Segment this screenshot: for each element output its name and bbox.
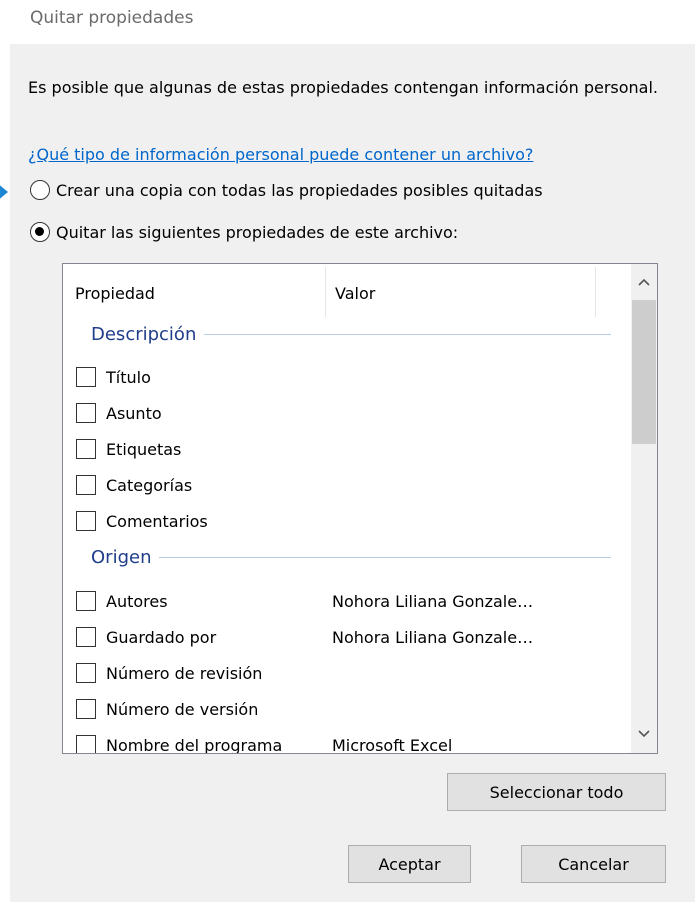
group-label: Origen — [91, 547, 152, 568]
property-name: Número de revisión — [106, 663, 263, 683]
radio-create-copy[interactable]: Crear una copia con todas las propiedade… — [30, 180, 543, 200]
group-label: Descripción — [91, 324, 197, 345]
list-item[interactable]: Guardado por Nohora Liliana Gonzale… — [76, 619, 631, 655]
property-name: Comentarios — [106, 511, 208, 531]
scrollbar-thumb[interactable] — [632, 300, 656, 444]
checkbox[interactable] — [76, 627, 96, 647]
list-item[interactable]: Autores Nohora Liliana Gonzale… — [76, 583, 631, 619]
list-item[interactable]: Asunto — [76, 395, 631, 431]
ok-button[interactable]: Aceptar — [348, 845, 471, 883]
scroll-up-icon[interactable] — [631, 270, 657, 294]
checkbox[interactable] — [76, 591, 96, 611]
column-header-value[interactable]: Valor — [335, 284, 375, 303]
property-value: Microsoft Excel — [332, 735, 453, 754]
property-value: Nohora Liliana Gonzale… — [332, 627, 534, 647]
list-item[interactable]: Etiquetas — [76, 431, 631, 467]
group-header-description: Descripción — [91, 324, 611, 345]
properties-list[interactable]: Propiedad Valor Descripción Título Asunt… — [62, 263, 658, 754]
list-item[interactable]: Categorías — [76, 467, 631, 503]
title-bar: Quitar propiedades — [0, 0, 695, 44]
property-name: Nombre del programa — [106, 735, 283, 754]
group-divider — [204, 334, 611, 335]
checkbox[interactable] — [76, 475, 96, 495]
column-separator[interactable] — [325, 267, 326, 317]
checkbox[interactable] — [76, 439, 96, 459]
property-name: Autores — [106, 591, 168, 611]
help-link[interactable]: ¿Qué tipo de información personal puede … — [28, 145, 533, 164]
group-header-origin: Origen — [91, 547, 611, 568]
scroll-down-icon[interactable] — [631, 722, 657, 746]
checkbox[interactable] — [76, 403, 96, 423]
property-name: Asunto — [106, 403, 162, 423]
radio-remove-properties-label: Quitar las siguientes propiedades de est… — [56, 222, 459, 242]
radio-remove-properties[interactable]: Quitar las siguientes propiedades de est… — [30, 222, 458, 242]
list-header: Propiedad Valor — [63, 264, 633, 318]
property-name: Categorías — [106, 475, 193, 495]
vertical-scrollbar[interactable] — [631, 264, 657, 753]
radio-remove-properties-circle[interactable] — [30, 222, 50, 242]
radio-create-copy-circle[interactable] — [30, 180, 50, 200]
list-item[interactable]: Número de revisión — [76, 655, 631, 691]
checkbox[interactable] — [76, 663, 96, 683]
radio-create-copy-label: Crear una copia con todas las propiedade… — [56, 180, 543, 200]
property-name: Etiquetas — [106, 439, 182, 459]
checkbox[interactable] — [76, 511, 96, 531]
description-text: Es posible que algunas de estas propieda… — [28, 78, 658, 97]
dialog-title: Quitar propiedades — [30, 8, 194, 28]
property-name: Título — [106, 367, 151, 387]
column-header-property[interactable]: Propiedad — [75, 284, 155, 303]
dialog-body: Es posible que algunas de estas propieda… — [10, 44, 695, 902]
select-all-button[interactable]: Seleccionar todo — [447, 773, 666, 811]
list-item[interactable]: Nombre del programa Microsoft Excel — [76, 727, 631, 754]
column-separator[interactable] — [595, 267, 596, 317]
checkbox[interactable] — [76, 735, 96, 753]
list-item[interactable]: Número de versión — [76, 691, 631, 727]
cancel-button[interactable]: Cancelar — [521, 845, 666, 883]
list-item[interactable]: Comentarios — [76, 503, 631, 539]
property-name: Número de versión — [106, 699, 259, 719]
pointer-arrow-icon — [0, 177, 8, 207]
group-divider — [159, 557, 611, 558]
property-value: Nohora Liliana Gonzale… — [332, 591, 534, 611]
checkbox[interactable] — [76, 699, 96, 719]
list-item[interactable]: Título — [76, 359, 631, 395]
property-name: Guardado por — [106, 627, 217, 647]
checkbox[interactable] — [76, 367, 96, 387]
